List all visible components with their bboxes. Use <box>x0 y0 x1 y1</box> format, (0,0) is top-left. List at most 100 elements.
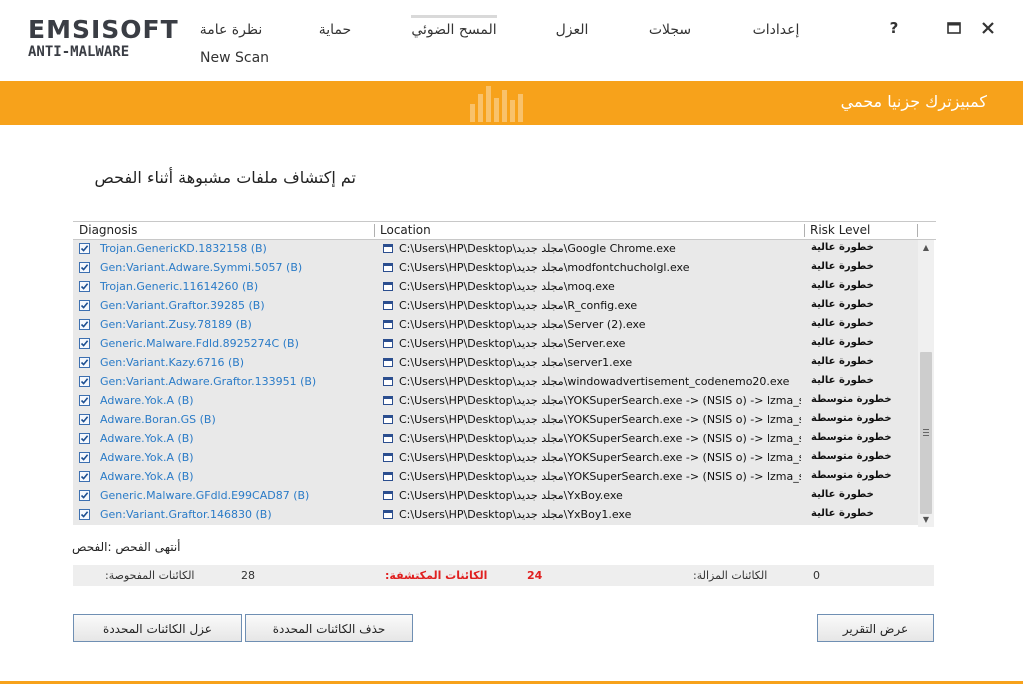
close-icon[interactable] <box>978 18 998 38</box>
row-location: C:\Users\HP\Desktop\مجلد جديد\moq.exe <box>399 280 615 293</box>
table-row[interactable]: Gen:Variant.Graftor.146830 (B) C:\Users\H… <box>73 506 918 526</box>
row-risk-level: خطورة عالية <box>811 280 874 291</box>
row-diagnosis: Gen:Variant.Zusy.78189 (B) <box>100 318 252 331</box>
row-checkbox[interactable] <box>79 490 90 501</box>
row-checkbox[interactable] <box>79 300 90 311</box>
table-row[interactable]: Adware.Yok.A (B) C:\Users\HP\Desktop\مجلد… <box>73 468 918 488</box>
tab-logs[interactable]: سجلات <box>644 18 696 44</box>
table-row[interactable]: Gen:Variant.Graftor.39285 (B) C:\Users\HP… <box>73 297 918 317</box>
file-icon <box>383 244 393 253</box>
file-icon <box>383 434 393 443</box>
row-risk-level: خطورة عالية <box>811 337 874 348</box>
maximize-icon[interactable] <box>944 18 964 38</box>
row-risk-level: خطورة عالية <box>811 489 874 500</box>
row-location: C:\Users\HP\Desktop\مجلد جديد\server1.ex… <box>399 356 633 369</box>
row-diagnosis: Adware.Boran.GS (B) <box>100 413 216 426</box>
table-row[interactable]: Generic.Malware.Fdld.8925274C (B) C:\User… <box>73 335 918 355</box>
scroll-thumb[interactable] <box>920 352 932 514</box>
row-checkbox[interactable] <box>79 338 90 349</box>
row-location: C:\Users\HP\Desktop\مجلد جديد\YOKSuperSe… <box>399 451 801 464</box>
tab-scan[interactable]: المسح الضوئي <box>411 15 497 44</box>
delete-selected-button[interactable]: حذف الكائنات المحددة <box>245 614 413 642</box>
row-location: C:\Users\HP\Desktop\مجلد جديد\R_config.e… <box>399 299 638 312</box>
detected-value: 24 <box>527 569 543 582</box>
table-row[interactable]: Trojan.Generic.11614260 (B) C:\Users\HP\D… <box>73 278 918 298</box>
file-icon <box>383 510 393 519</box>
table-row[interactable]: Gen:Variant.Zusy.78189 (B) C:\Users\HP\De… <box>73 316 918 336</box>
tab-settings[interactable]: إعدادات <box>748 18 804 44</box>
row-risk-level: خطورة متوسطة <box>811 451 892 462</box>
row-risk-level: خطورة متوسطة <box>811 394 892 405</box>
table-row[interactable]: Gen:Variant.Kazy.6716 (B) C:\Users\HP\Des… <box>73 354 918 374</box>
table-row[interactable]: Adware.Yok.A (B) C:\Users\HP\Desktop\مجلد… <box>73 430 918 450</box>
scanned-label: :الكائنات المفحوصة <box>105 569 195 582</box>
scroll-down-arrow[interactable]: ▼ <box>918 513 934 527</box>
row-diagnosis: Gen:Variant.Graftor.39285 (B) <box>100 299 265 312</box>
table-row[interactable]: Trojan.GenericKD.1832158 (B) C:\Users\HP\… <box>73 240 918 260</box>
row-diagnosis: Gen:Variant.Adware.Symmi.5057 (B) <box>100 261 303 274</box>
bars-icon <box>470 86 523 122</box>
row-risk-level: خطورة عالية <box>811 242 874 253</box>
logo-text-bottom: ANTI-MALWARE <box>28 44 130 60</box>
row-location: C:\Users\HP\Desktop\مجلد جديد\windowadve… <box>399 375 790 388</box>
row-checkbox[interactable] <box>79 281 90 292</box>
row-checkbox[interactable] <box>79 414 90 425</box>
tab-protection[interactable]: حماية <box>312 18 358 44</box>
row-checkbox[interactable] <box>79 262 90 273</box>
column-location[interactable]: Location <box>380 223 431 238</box>
row-risk-level: خطورة عالية <box>811 356 874 367</box>
row-checkbox[interactable] <box>79 471 90 482</box>
row-diagnosis: Adware.Yok.A (B) <box>100 394 194 407</box>
scroll-up-arrow[interactable]: ▲ <box>918 241 934 255</box>
table-row[interactable]: Gen:Variant.Adware.Graftor.133951 (B) C:\… <box>73 373 918 393</box>
column-divider[interactable] <box>374 224 375 237</box>
file-icon <box>383 453 393 462</box>
quarantine-selected-button[interactable]: عزل الكائنات المحددة <box>73 614 242 642</box>
file-icon <box>383 263 393 272</box>
row-location: C:\Users\HP\Desktop\مجلد جديد\YOKSuperSe… <box>399 413 801 426</box>
table-row[interactable]: Adware.Boran.GS (B) C:\Users\HP\Desktop\م… <box>73 411 918 431</box>
row-location: C:\Users\HP\Desktop\مجلد جديد\YOKSuperSe… <box>399 394 801 407</box>
table-scrollbar[interactable]: ▲ ▼ <box>918 240 934 527</box>
tab-overview[interactable]: نظرة عامة <box>196 18 266 44</box>
logo-text-top: EMSISOFT <box>28 15 179 44</box>
row-checkbox[interactable] <box>79 433 90 444</box>
row-checkbox[interactable] <box>79 243 90 254</box>
row-risk-level: خطورة متوسطة <box>811 432 892 443</box>
row-checkbox[interactable] <box>79 395 90 406</box>
file-icon <box>383 377 393 386</box>
table-row[interactable]: Gen:Variant.Adware.Symmi.5057 (B) C:\User… <box>73 259 918 279</box>
table-row[interactable]: Adware.Yok.A (B) C:\Users\HP\Desktop\مجلد… <box>73 449 918 469</box>
new-scan-link[interactable]: New Scan <box>200 50 269 66</box>
row-risk-level: خطورة عالية <box>811 318 874 329</box>
detected-label: :الكائنات المكتشفة <box>385 569 488 582</box>
column-divider[interactable] <box>917 224 918 237</box>
row-checkbox[interactable] <box>79 376 90 387</box>
help-icon[interactable]: ? <box>884 18 904 38</box>
row-checkbox[interactable] <box>79 509 90 520</box>
column-risk-level[interactable]: Risk Level <box>810 223 870 238</box>
banner-title: كمبيزترك جزنيا محمي <box>840 92 987 111</box>
row-checkbox[interactable] <box>79 357 90 368</box>
scan-stats: :الكائنات المفحوصة 28 :الكائنات المكتشفة… <box>73 565 934 586</box>
file-icon <box>383 358 393 367</box>
file-icon <box>383 301 393 310</box>
tab-quarantine[interactable]: العزل <box>550 18 594 44</box>
table-row[interactable]: Adware.Yok.A (B) C:\Users\HP\Desktop\مجلد… <box>73 392 918 412</box>
scan-status: أنتهى الفحص :الفحص <box>72 540 181 554</box>
row-risk-level: خطورة متوسطة <box>811 470 892 481</box>
table-row[interactable]: Generic.Malware.GFdld.E99CAD87 (B) C:\Use… <box>73 487 918 507</box>
row-diagnosis: Trojan.GenericKD.1832158 (B) <box>100 242 267 255</box>
row-checkbox[interactable] <box>79 452 90 463</box>
removed-value: 0 <box>813 569 820 582</box>
results-table: Trojan.GenericKD.1832158 (B) C:\Users\HP\… <box>73 240 918 527</box>
column-divider[interactable] <box>804 224 805 237</box>
column-diagnosis[interactable]: Diagnosis <box>79 223 137 238</box>
file-icon <box>383 396 393 405</box>
row-diagnosis: Gen:Variant.Graftor.146830 (B) <box>100 508 272 521</box>
row-checkbox[interactable] <box>79 319 90 330</box>
view-report-button[interactable]: عرض التقرير <box>817 614 934 642</box>
row-diagnosis: Adware.Yok.A (B) <box>100 470 194 483</box>
row-location: C:\Users\HP\Desktop\مجلد جديد\Server (2)… <box>399 318 646 331</box>
row-location: C:\Users\HP\Desktop\مجلد جديد\modfontchu… <box>399 261 690 274</box>
